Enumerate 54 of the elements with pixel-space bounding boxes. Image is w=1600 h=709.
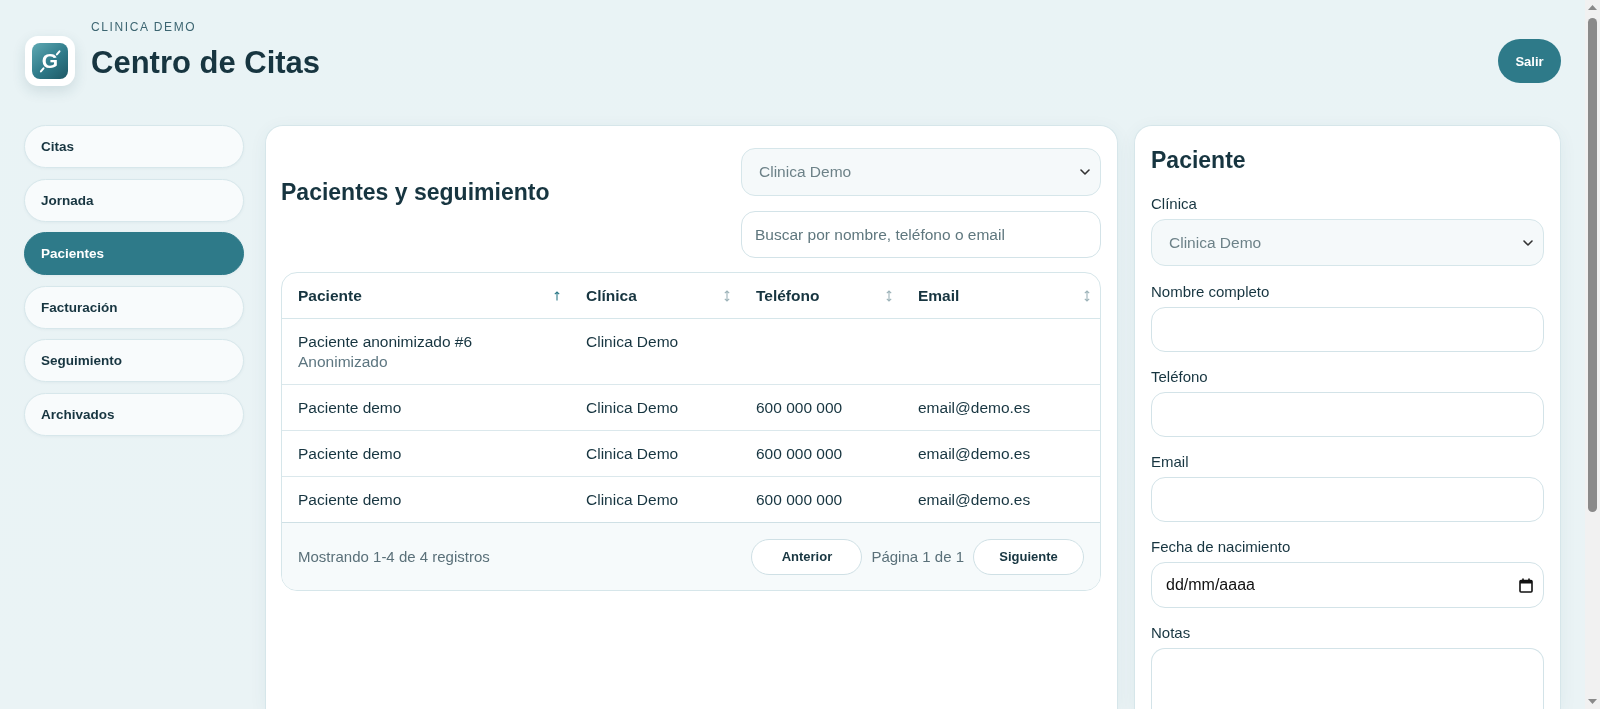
scroll-up-arrow-icon[interactable] — [1588, 5, 1597, 10]
section-title: Pacientes y seguimiento — [281, 178, 550, 206]
chevron-down-icon — [1080, 169, 1090, 175]
notes-field[interactable] — [1151, 648, 1544, 709]
input-field[interactable] — [1151, 307, 1544, 352]
search-field[interactable]: Buscar por nombre, teléfono o email — [741, 211, 1101, 258]
column-header[interactable]: Teléfono — [740, 273, 902, 319]
sidebar-item[interactable]: Seguimiento — [24, 339, 244, 382]
app-logo: G — [25, 36, 75, 86]
sidebar-item[interactable]: Jornada — [24, 178, 244, 222]
scrollbar-track[interactable] — [1585, 0, 1600, 709]
sidebar-item[interactable]: Facturación — [24, 285, 244, 329]
calendar-icon[interactable] — [1519, 577, 1533, 593]
table-cell: email@demo.es — [902, 384, 1100, 431]
table-cell: 600 000 000 — [740, 384, 902, 431]
form-title: Paciente — [1151, 146, 1247, 174]
column-header[interactable]: Email — [902, 273, 1100, 319]
organization-name: CLINICA DEMO — [91, 20, 198, 34]
field-label: Clínica — [1151, 195, 1198, 213]
table-cell: 600 000 000 — [740, 476, 902, 523]
scrollbar-thumb[interactable] — [1588, 18, 1597, 512]
patient-status: Anonimizado — [298, 352, 389, 372]
records-summary: Mostrando 1-4 de 4 registros — [298, 548, 490, 565]
table-cell: Clinica Demo — [570, 476, 740, 523]
patient-name: Paciente anonimizado #6 — [298, 332, 474, 352]
field-label: Nombre completo — [1151, 283, 1271, 301]
field-label: Notas — [1151, 624, 1192, 642]
column-header[interactable]: Clínica — [570, 273, 740, 319]
field-label: Teléfono — [1151, 368, 1209, 386]
table-cell: 600 000 000 — [740, 430, 902, 477]
field-label: Email — [1151, 453, 1190, 471]
sidebar-item[interactable]: Citas — [24, 125, 244, 168]
sidebar-item[interactable]: Archivados — [24, 392, 244, 436]
page-title: Centro de Citas — [91, 45, 321, 81]
next-button[interactable]: Siguiente — [973, 538, 1084, 575]
scroll-down-arrow-icon[interactable] — [1588, 699, 1597, 704]
table-cell: Clinica Demo — [570, 430, 740, 477]
date-field[interactable]: dd/mm/aaaa — [1151, 562, 1544, 608]
page-indicator: Página 1 de 1 — [871, 548, 964, 565]
table-cell: Clinica Demo — [570, 318, 740, 385]
logout-button[interactable]: Salir — [1498, 39, 1561, 83]
column-header[interactable]: Paciente — [282, 273, 570, 319]
table-cell: Paciente demo — [282, 384, 570, 431]
table-cell: Clinica Demo — [570, 384, 740, 431]
chevron-down-icon — [1523, 239, 1533, 246]
previous-button[interactable]: Anterior — [751, 538, 863, 575]
table-cell: email@demo.es — [902, 476, 1100, 523]
table-cell: Paciente demo — [282, 476, 570, 523]
sidebar-item[interactable]: Pacientes — [24, 232, 244, 275]
field-label: Fecha de nacimiento — [1151, 538, 1292, 556]
table-cell: email@demo.es — [902, 430, 1100, 477]
input-field[interactable] — [1151, 392, 1544, 437]
table-cell: Paciente demo — [282, 430, 570, 477]
input-field[interactable] — [1151, 477, 1544, 522]
